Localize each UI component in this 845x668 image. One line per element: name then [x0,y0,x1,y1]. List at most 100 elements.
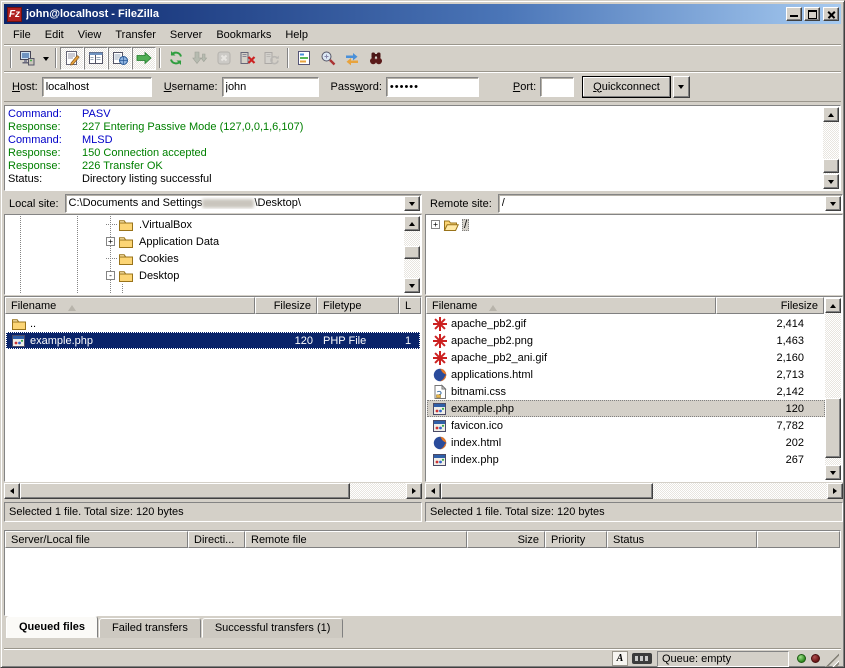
remote-file-row[interactable]: example.php120 [427,400,825,417]
remote-file-row[interactable]: index.html202 [427,434,825,451]
tree-node[interactable]: Cookies [6,250,420,267]
sync-browsing-button[interactable] [340,47,364,70]
scroll-thumb[interactable] [20,483,350,499]
quickconnect-dropdown-button[interactable] [673,76,690,98]
toggle-remote-tree-button[interactable] [108,47,132,70]
local-site-combobox[interactable]: C:\Documents and Settings\Desktop\ [65,194,422,213]
remote-horizontal-scrollbar[interactable] [425,483,843,499]
queue-column-status[interactable]: Status [607,531,757,548]
menu-item-transfer[interactable]: Transfer [108,27,163,43]
disconnect-button[interactable] [236,47,260,70]
local-tree-scrollbar[interactable] [404,216,420,293]
scroll-down-button[interactable] [404,278,420,293]
remote-file-row[interactable]: favicon.ico7,782 [427,417,825,434]
scroll-up-button[interactable] [404,216,420,231]
resize-grip[interactable] [825,653,839,667]
local-directory-tree: .VirtualBox + Application Data Cookies - Desk… [4,214,422,295]
apache-icon [432,350,448,366]
quickconnect-button[interactable]: Quickconnect [582,76,671,98]
toolbar-separator [10,48,12,68]
menu-item-edit[interactable]: Edit [38,27,71,43]
tree-node-label[interactable]: .VirtualBox [137,219,194,231]
port-input[interactable] [540,77,574,97]
collapse-minus-icon[interactable]: - [106,271,115,280]
tab-queued-files[interactable]: Queued files [6,616,98,638]
minimize-button[interactable] [786,7,802,21]
process-queue-button[interactable] [188,47,212,70]
tree-node[interactable]: - Desktop [6,267,420,284]
queue-column-server-local-file[interactable]: Server/Local file [5,531,188,548]
tree-node[interactable]: + Application Data [6,233,420,250]
column-header-filesize[interactable]: Filesize [716,297,824,314]
tab-failed-transfers[interactable]: Failed transfers [99,618,201,638]
local-horizontal-scrollbar[interactable] [4,483,422,499]
scroll-left-button[interactable] [425,483,441,499]
scroll-right-button[interactable] [827,483,843,499]
queue-column-size[interactable]: Size [467,531,545,548]
scroll-right-button[interactable] [406,483,422,499]
queue-column-directi-[interactable]: Directi... [188,531,245,548]
queue-column-priority[interactable]: Priority [545,531,607,548]
toggle-message-log-button[interactable] [60,47,84,70]
tree-node-label[interactable]: Application Data [137,236,221,248]
remote-site-dropdown-button[interactable] [825,196,841,211]
expand-plus-icon[interactable]: + [431,220,440,229]
local-site-dropdown-button[interactable] [404,196,420,211]
scroll-down-button[interactable] [823,174,839,189]
remote-file-row[interactable]: applications.html2,713 [427,366,825,383]
tree-node-label[interactable]: Cookies [137,253,181,265]
reconnect-button[interactable] [260,47,284,70]
scroll-thumb[interactable] [823,159,839,173]
column-header-filename[interactable]: Filename [5,297,255,314]
menu-item-bookmarks[interactable]: Bookmarks [209,27,278,43]
remote-file-row[interactable]: index.php267 [427,451,825,468]
remote-file-row[interactable]: apache_pb2.gif2,414 [427,315,825,332]
local-file-row[interactable]: example.php120PHP File1 [6,332,420,349]
local-file-row[interactable]: .. [6,315,420,332]
tab-successful-transfers-[interactable]: Successful transfers (1) [202,618,344,638]
site-manager-dropdown-button[interactable] [39,47,52,70]
column-header-filetype[interactable]: Filetype [317,297,399,314]
maximize-button[interactable] [804,7,820,21]
scroll-up-button[interactable] [825,298,841,313]
menu-item-view[interactable]: View [71,27,109,43]
cancel-button[interactable] [212,47,236,70]
column-header-l[interactable]: L [399,297,421,314]
expand-plus-icon[interactable]: + [106,237,115,246]
menu-item-help[interactable]: Help [278,27,315,43]
remote-file-row[interactable]: bitnami.css2,142 [427,383,825,400]
tree-node-label[interactable]: / [462,219,469,231]
scroll-thumb[interactable] [441,483,653,499]
host-input[interactable] [42,77,152,97]
remote-list-scrollbar[interactable] [825,298,841,480]
remote-file-row[interactable]: apache_pb2.png1,463 [427,332,825,349]
site-manager-button[interactable] [15,47,39,70]
remote-site-combobox[interactable]: / [498,194,843,213]
scroll-up-button[interactable] [823,107,839,122]
find-button[interactable] [364,47,388,70]
remote-file-row[interactable]: apache_pb2_ani.gif2,160 [427,349,825,366]
tree-node[interactable]: .VirtualBox [6,216,420,233]
menu-item-file[interactable]: File [6,27,38,43]
message-log-scrollbar[interactable] [823,107,839,189]
compare-button[interactable] [316,47,340,70]
menu-item-server[interactable]: Server [163,27,209,43]
column-header-filename[interactable]: Filename [426,297,716,314]
tree-node[interactable]: +/ [427,216,841,233]
scroll-thumb[interactable] [404,246,420,259]
title-bar[interactable]: Fz john@localhost - FileZilla [4,4,841,24]
scroll-thumb[interactable] [825,398,841,458]
log-entry: Command:PASV [8,108,821,121]
toggle-local-tree-button[interactable] [84,47,108,70]
password-input[interactable] [386,77,479,97]
queue-column-remote-file[interactable]: Remote file [245,531,467,548]
filter-button[interactable] [292,47,316,70]
close-button[interactable] [823,7,839,21]
toggle-queue-button[interactable] [132,47,156,70]
column-header-filesize[interactable]: Filesize [255,297,317,314]
scroll-down-button[interactable] [825,465,841,480]
username-input[interactable] [222,77,319,97]
refresh-button[interactable] [164,47,188,70]
scroll-left-button[interactable] [4,483,20,499]
tree-node-label[interactable]: Desktop [137,270,181,282]
